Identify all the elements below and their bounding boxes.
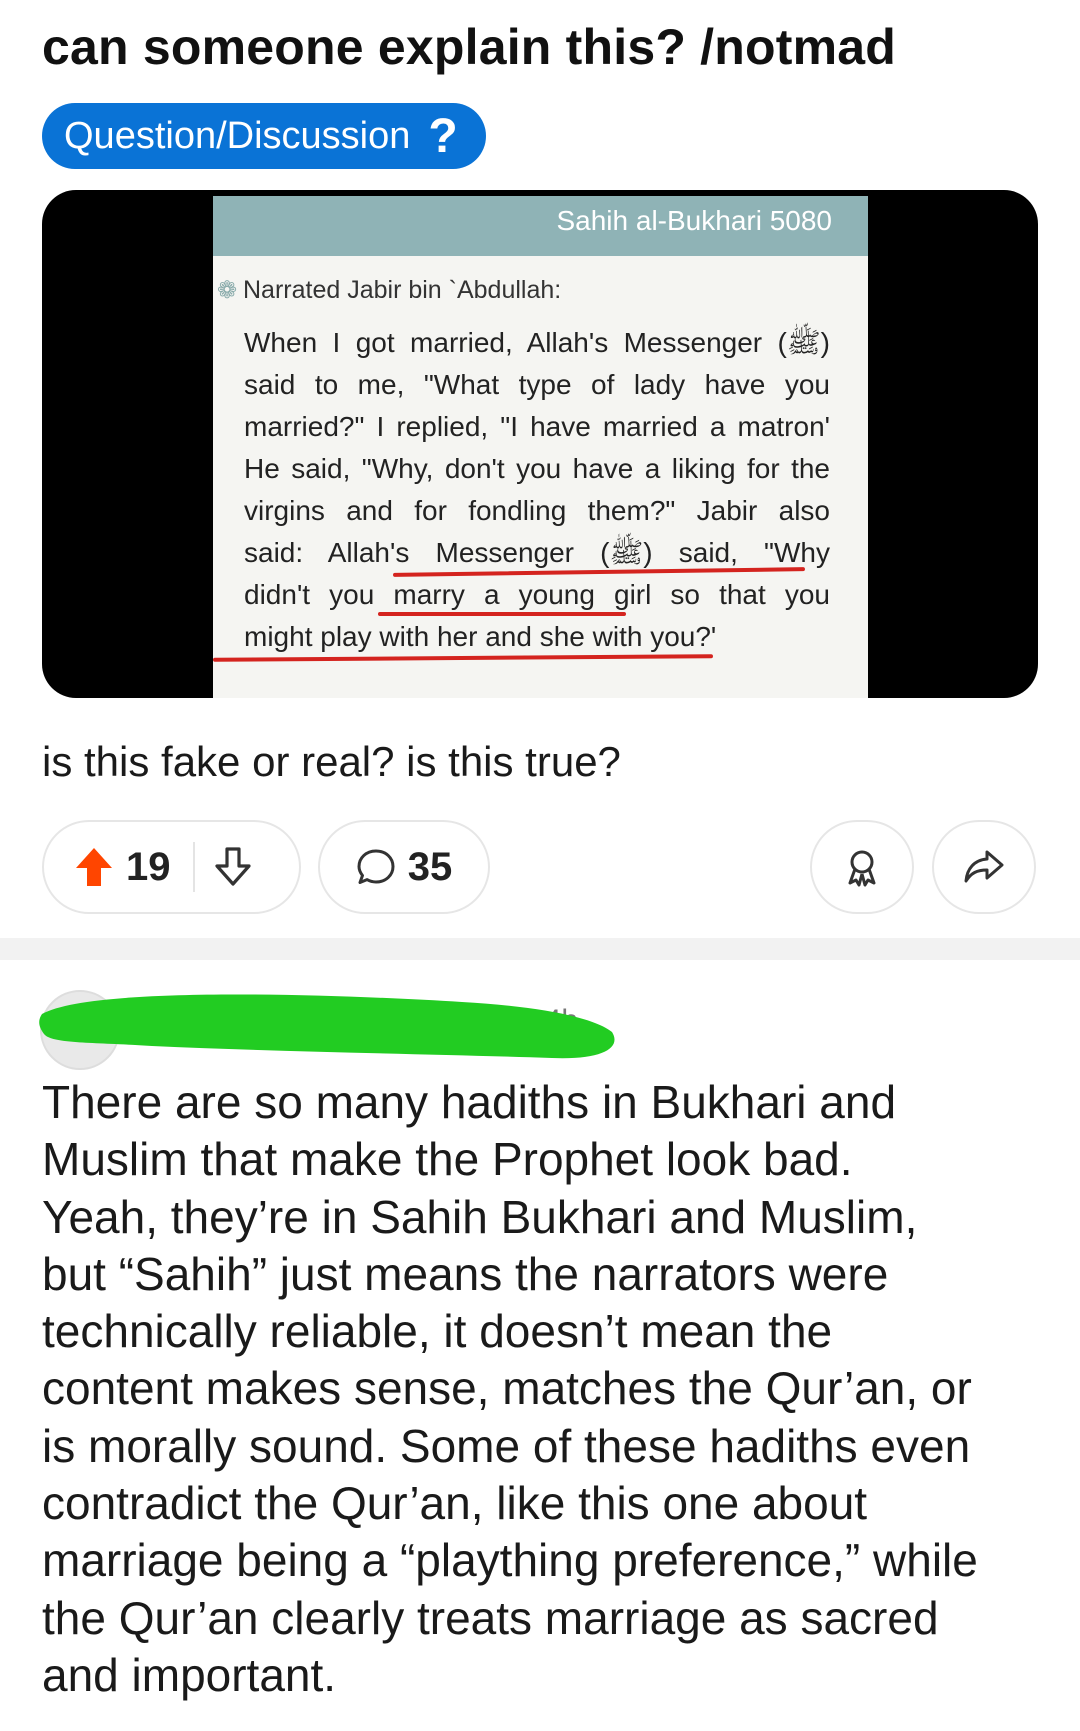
redaction-scribble <box>39 994 615 1059</box>
hadith-line: When I got married, Allah's Messenger (ﷺ… <box>244 327 830 358</box>
hadith-card: Sahih al-Bukhari 5080 ❁ Narrated Jabir b… <box>212 196 868 698</box>
comment-line: the Qur’an clearly treats marriage as sa… <box>42 1591 939 1644</box>
share-button[interactable] <box>932 820 1036 914</box>
comment-line: technically reliable, it doesn’t mean th… <box>42 1305 833 1358</box>
hadith-narrator: ❁ Narrated Jabir bin `Abdullah: <box>213 276 561 305</box>
hadith-line: virgins and for fondling them?" Jabir al… <box>244 495 830 526</box>
comment-line: Yeah, they’re in Sahih Bukhari and Musli… <box>42 1190 918 1243</box>
post-title[interactable]: can someone explain this? /notmad <box>42 18 896 76</box>
vote-bar: 19 <box>42 820 301 914</box>
comment-line: contradict the Qur’an, like this one abo… <box>42 1477 868 1530</box>
comment-bubble-icon <box>356 847 396 887</box>
comment-line: Muslim that make the Prophet look bad. <box>42 1133 853 1186</box>
share-icon <box>963 848 1005 886</box>
comment-line: There are so many hadiths in Bukhari and <box>42 1076 897 1128</box>
comment-line: but “Sahih” just means the narrators wer… <box>42 1247 889 1300</box>
comment-line: is morally sound. Some of these hadiths … <box>42 1419 971 1472</box>
hadith-line: said to me, "What type of lady have you <box>244 369 830 400</box>
post-flair[interactable]: Question/Discussion ? <box>42 103 486 169</box>
post-image[interactable]: Sahih al-Bukhari 5080 ❁ Narrated Jabir b… <box>42 190 1038 698</box>
narrator-text: Narrated Jabir bin `Abdullah: <box>243 276 562 304</box>
hadith-line: married?" I replied, "I have married a m… <box>244 411 830 442</box>
post-body: is this fake or real? is this true? <box>42 738 621 785</box>
downvote-arrow-icon[interactable] <box>213 846 253 888</box>
comment-body: There are so many hadiths in Bukhari and… <box>42 1074 1052 1704</box>
award-icon <box>842 847 882 887</box>
vote-count: 19 <box>126 844 171 889</box>
comment-line: and important. <box>42 1648 337 1701</box>
section-divider <box>0 938 1080 960</box>
hadith-line: might play with her and she with you?' <box>244 621 717 652</box>
red-underline <box>378 612 626 616</box>
upvote-arrow-icon[interactable] <box>74 846 114 888</box>
comments-button[interactable]: 35 <box>318 820 490 914</box>
hadith-reference: Sahih al-Bukhari 5080 <box>213 196 868 256</box>
vote-divider <box>192 842 195 892</box>
flower-icon: ❁ <box>216 276 238 304</box>
hadith-line: said: Allah's Messenger (ﷺ) said, "Why <box>244 537 830 568</box>
comment-line: content makes sense, matches the Qur’an,… <box>42 1362 972 1415</box>
flair-label: Question/Discussion <box>64 114 411 157</box>
red-underline <box>212 654 714 662</box>
award-button[interactable] <box>810 820 914 914</box>
comment-line: marriage being a “plaything preference,”… <box>42 1534 978 1587</box>
question-mark-icon: ? <box>428 109 458 163</box>
hadith-line: didn't you marry a young girl so that yo… <box>244 579 830 610</box>
hadith-line: He said, "Why, don't you have a liking f… <box>244 453 830 484</box>
comment-count: 35 <box>407 844 453 889</box>
